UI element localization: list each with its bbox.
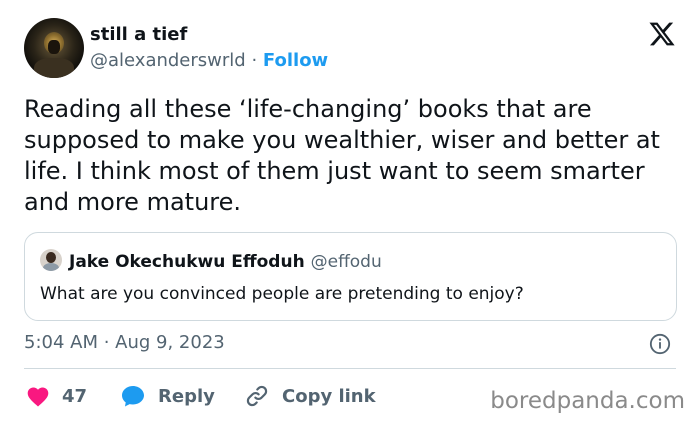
speech-bubble-icon <box>122 386 144 407</box>
author-avatar[interactable] <box>24 18 84 78</box>
follow-button[interactable]: Follow <box>263 50 328 71</box>
like-count: 47 <box>62 385 88 407</box>
quoted-author-handle: @effodu <box>310 252 382 272</box>
actions-divider <box>24 368 676 369</box>
like-button[interactable]: 47 <box>26 380 87 412</box>
link-icon <box>246 385 268 407</box>
copy-link-button[interactable]: Copy link <box>244 380 376 412</box>
author-display-name[interactable]: still a tief <box>90 24 187 45</box>
quoted-author-name: Jake Okechukwu Effoduh <box>69 252 305 272</box>
tweet-text: Reading all these ‘life-changing’ books … <box>24 95 660 216</box>
separator-dot: · <box>251 50 258 71</box>
boredpanda-watermark: boredpanda.com <box>490 388 685 414</box>
quoted-author-avatar <box>40 249 62 271</box>
tweet-timestamp[interactable]: 5:04 AM · Aug 9, 2023 <box>24 332 225 353</box>
author-handle-row: @alexanderswrld · Follow <box>90 50 328 71</box>
info-icon[interactable] <box>649 333 671 355</box>
author-handle[interactable]: @alexanderswrld <box>90 50 246 71</box>
copy-link-label: Copy link <box>282 385 376 407</box>
quoted-author-line: Jake Okechukwu Effoduh @effodu <box>69 252 382 272</box>
x-logo-icon[interactable] <box>648 20 676 48</box>
heart-icon <box>27 387 49 407</box>
reply-label: Reply <box>158 385 215 407</box>
tweet-header: still a tief @alexanderswrld · Follow <box>24 18 676 80</box>
quoted-tweet-card[interactable]: Jake Okechukwu Effoduh @effodu What are … <box>24 232 677 321</box>
quoted-tweet-text: What are you convinced people are preten… <box>40 284 524 304</box>
reply-button[interactable]: Reply <box>120 380 215 412</box>
